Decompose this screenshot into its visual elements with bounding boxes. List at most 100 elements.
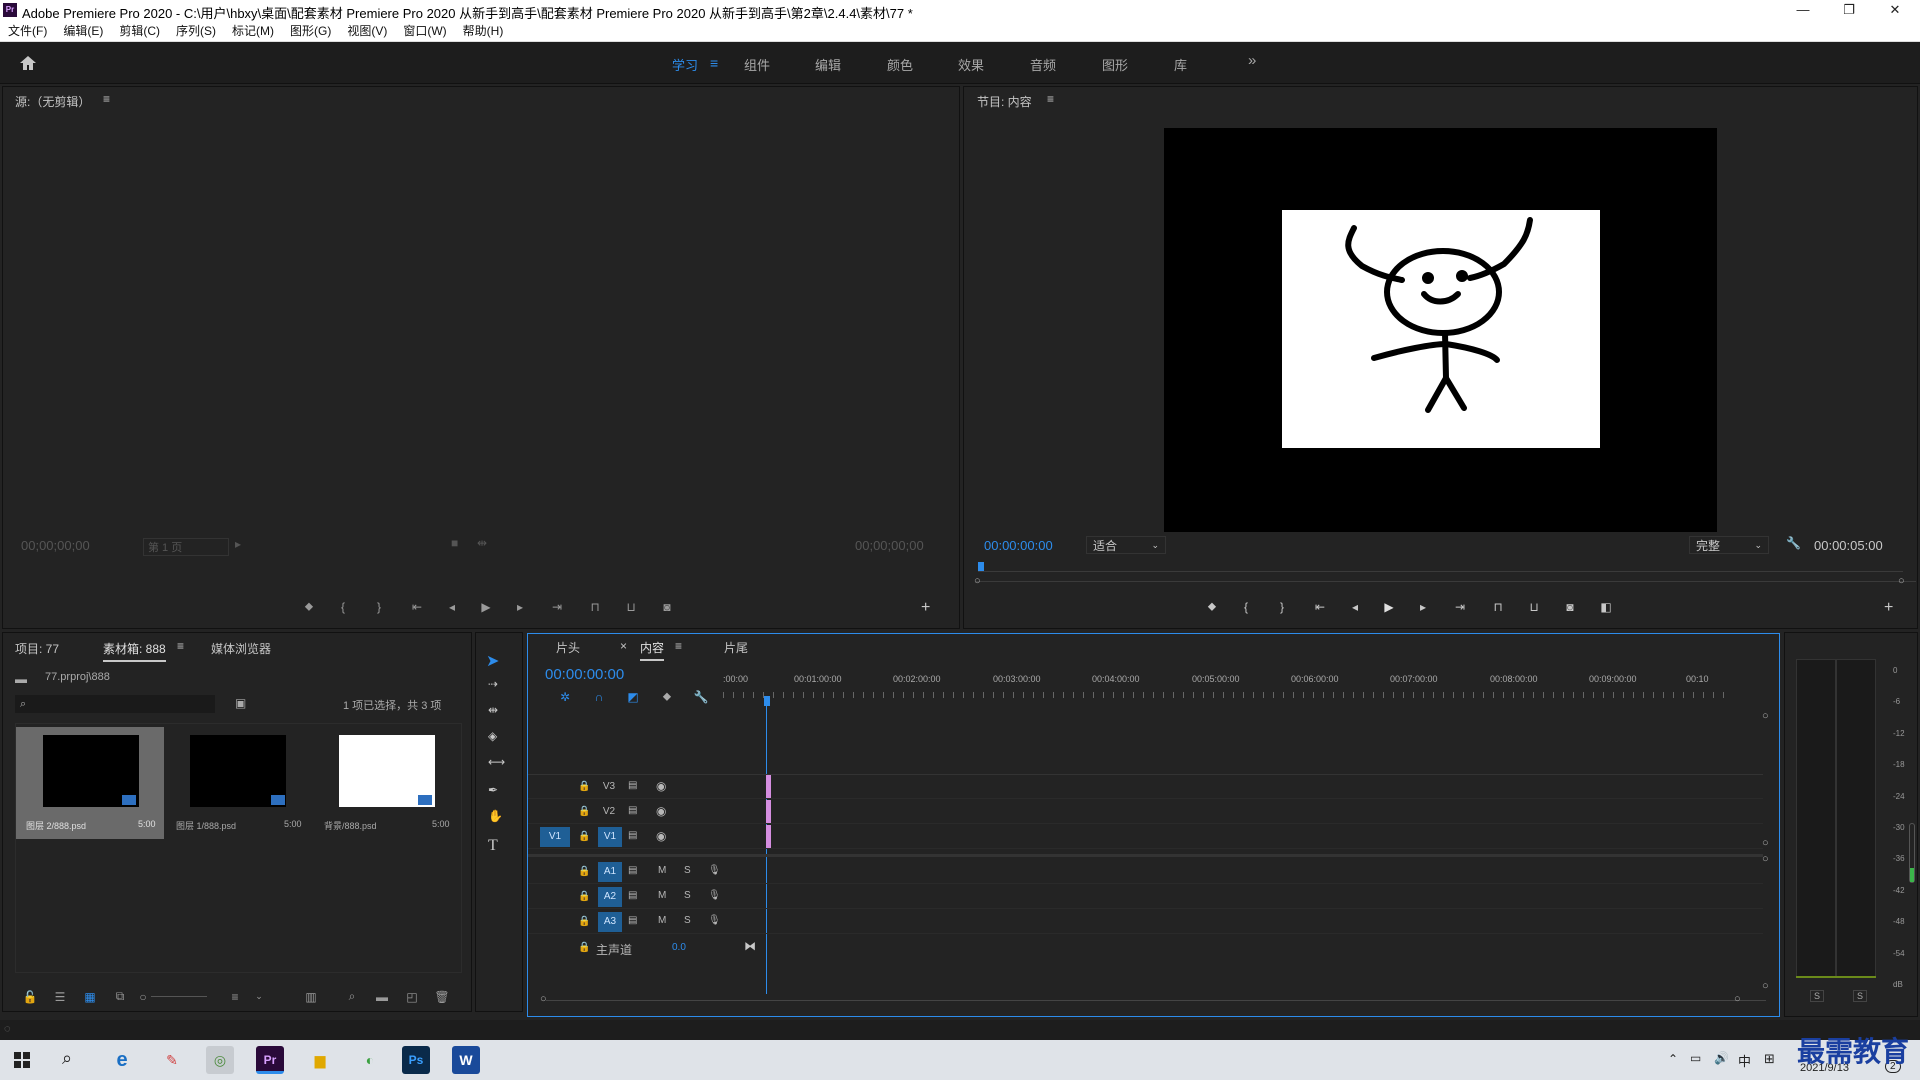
menu-file[interactable]: 文件(F) xyxy=(8,21,47,41)
program-go-in-icon[interactable]: ⇤ xyxy=(1302,600,1338,614)
track-solo-icon[interactable]: S xyxy=(684,915,691,926)
track-microphone-icon[interactable]: 🎙 xyxy=(708,915,721,926)
workspace-audio[interactable]: 音频 xyxy=(1030,55,1056,74)
tab-project[interactable]: 项目: 77 xyxy=(15,640,59,657)
browser-360-icon[interactable]: ◐ xyxy=(356,1046,384,1074)
timeline-zoom-end-handle[interactable]: ○ xyxy=(1734,993,1741,1005)
track-solo-icon[interactable]: S xyxy=(684,890,691,901)
program-add-button-icon[interactable]: + xyxy=(1884,599,1893,617)
track-microphone-icon[interactable]: 🎙 xyxy=(708,890,721,901)
program-quality-dropdown[interactable]: 完整 ⌄ xyxy=(1689,536,1769,554)
program-menu-icon[interactable]: ≡ xyxy=(1047,92,1054,106)
program-extract-icon[interactable]: ⊔ xyxy=(1516,600,1552,614)
track-eye-icon[interactable]: ◉ xyxy=(656,804,666,818)
menu-clip[interactable]: 剪辑(C) xyxy=(119,21,160,41)
workspace-editing[interactable]: 编辑 xyxy=(815,55,841,74)
program-go-out-icon[interactable]: ⇥ xyxy=(1440,600,1480,614)
workspace-color[interactable]: 颜色 xyxy=(887,55,913,74)
track-row-v1[interactable]: V1 🔒 V1 ▤ ◉ xyxy=(528,825,1763,849)
track-microphone-icon[interactable]: 🎙 xyxy=(708,865,721,876)
workspace-effects[interactable]: 效果 xyxy=(958,55,984,74)
menu-view[interactable]: 视图(V) xyxy=(347,21,387,41)
track-lock-icon[interactable]: 🔒 xyxy=(578,781,590,792)
slip-tool-icon[interactable]: ⟷ xyxy=(488,755,505,769)
premiere-taskbar-icon[interactable]: Pr xyxy=(256,1046,284,1074)
menu-help[interactable]: 帮助(H) xyxy=(463,21,504,41)
source-marker-icon[interactable]: ⬥ xyxy=(291,599,327,614)
source-add-button-icon[interactable]: + xyxy=(921,599,930,617)
program-mark-out-icon[interactable]: } xyxy=(1262,600,1302,614)
program-lift-icon[interactable]: ⊓ xyxy=(1480,600,1516,614)
program-zoom-bar[interactable] xyxy=(976,581,1916,582)
track-solo-icon[interactable]: S xyxy=(684,865,691,876)
project-search-input[interactable]: ⌕ xyxy=(15,695,215,713)
tab-close-icon[interactable]: × xyxy=(620,639,627,653)
workspace-assembly[interactable]: 组件 xyxy=(744,55,770,74)
word-taskbar-icon[interactable]: W xyxy=(452,1046,480,1074)
home-icon[interactable] xyxy=(18,54,38,72)
tab-sequence-outro[interactable]: 片尾 xyxy=(724,639,748,656)
master-volume-value[interactable]: 0.0 xyxy=(672,942,686,953)
track-lock-icon[interactable]: 🔒 xyxy=(578,806,590,817)
track-lock-icon[interactable]: 🔒 xyxy=(578,831,590,842)
track-label-a3[interactable]: A3 xyxy=(598,912,622,932)
source-patch-v1[interactable]: V1 xyxy=(540,827,570,847)
minimize-button[interactable]: — xyxy=(1780,0,1826,21)
zoom-slider-handle[interactable]: ○ xyxy=(135,990,151,1004)
track-row-v2[interactable]: 🔒 V2 ▤ ◉ xyxy=(528,800,1763,824)
track-sync-icon[interactable]: ▤ xyxy=(628,780,637,791)
network-icon[interactable]: ▭ xyxy=(1690,1051,1701,1065)
workspace-more-icon[interactable]: » xyxy=(1248,52,1256,69)
snap-magnet-icon[interactable]: ∩ xyxy=(582,690,616,704)
track-label-a2[interactable]: A2 xyxy=(598,887,622,907)
source-go-out-icon[interactable]: ⇥ xyxy=(537,600,577,614)
track-lock-icon[interactable]: 🔒 xyxy=(578,916,590,927)
photoshop-taskbar-icon[interactable]: Ps xyxy=(402,1046,430,1074)
restore-button[interactable]: ❐ xyxy=(1826,0,1872,21)
paint-app-icon[interactable]: ✎ xyxy=(158,1046,186,1074)
freeform-view-icon[interactable]: ⧉ xyxy=(105,989,135,1004)
sort-icon[interactable]: ≡ xyxy=(217,990,253,1004)
timeline-ruler[interactable]: :00:00 00:01:00:00 00:02:00:00 00:03:00:… xyxy=(723,672,1768,702)
selection-tool-icon[interactable]: ➤ xyxy=(486,651,499,671)
chrome-browser-icon[interactable]: ◎ xyxy=(206,1046,234,1074)
meter-slider[interactable] xyxy=(1909,823,1915,883)
timeline-playhead-handle[interactable] xyxy=(764,696,770,706)
track-mute-icon[interactable]: M xyxy=(658,865,666,876)
track-label-a1[interactable]: A1 xyxy=(598,862,622,882)
pen-tool-icon[interactable]: ✒ xyxy=(488,783,498,797)
edge-browser-icon[interactable]: e xyxy=(108,1046,136,1074)
track-row-a2[interactable]: 🔒 A2 ▤ M S 🎙 xyxy=(528,885,1763,909)
new-bin-icon[interactable]: ▬ xyxy=(367,990,397,1004)
track-label-v3[interactable]: V3 xyxy=(600,779,618,795)
meter-solo-left-button[interactable]: S xyxy=(1810,990,1825,1002)
source-insert-button-icon[interactable]: ⊓ xyxy=(577,600,613,614)
program-compare-icon[interactable]: ◧ xyxy=(1588,600,1624,614)
source-page-next-icon[interactable]: ▸ xyxy=(235,537,241,551)
volume-icon[interactable]: 🔊 xyxy=(1714,1051,1729,1065)
tab-sequence-menu-icon[interactable]: ≡ xyxy=(675,639,682,653)
video-scroll-top-handle[interactable]: ○ xyxy=(1762,710,1769,722)
meter-solo-right-button[interactable]: S xyxy=(1853,990,1868,1002)
workspace-menu-icon[interactable]: ≡ xyxy=(710,55,718,71)
video-scroll-bottom-handle[interactable]: ○ xyxy=(1762,837,1769,849)
tab-media-browser[interactable]: 媒体浏览器 xyxy=(211,640,271,657)
track-eye-icon[interactable]: ◉ xyxy=(656,829,666,843)
menu-edit[interactable]: 编辑(E) xyxy=(63,21,103,41)
program-fit-dropdown[interactable]: 适合 ⌄ xyxy=(1086,536,1166,554)
workspace-libraries[interactable]: 库 xyxy=(1174,55,1187,74)
ime-indicator[interactable]: 中 xyxy=(1738,1051,1751,1070)
tab-bin[interactable]: 素材箱: 888 xyxy=(103,640,166,662)
close-button[interactable]: ✕ xyxy=(1872,0,1918,21)
zoom-slider[interactable] xyxy=(151,996,207,997)
track-row-master[interactable]: 🔒 主声道 0.0 ⧓ xyxy=(528,936,1763,960)
source-overwrite-icon[interactable]: ⊔ xyxy=(613,600,649,614)
track-eye-icon[interactable]: ◉ xyxy=(656,779,666,793)
track-lock-icon[interactable]: 🔒 xyxy=(578,942,590,953)
linked-selection-icon[interactable]: ◩ xyxy=(616,690,650,704)
timeline-zoom-start-handle[interactable]: ○ xyxy=(540,993,547,1005)
tab-sequence-content[interactable]: 内容 xyxy=(640,639,665,661)
menu-graphics[interactable]: 图形(G) xyxy=(290,21,331,41)
program-time-ruler[interactable] xyxy=(978,562,1903,574)
clip-v2[interactable] xyxy=(766,800,771,823)
